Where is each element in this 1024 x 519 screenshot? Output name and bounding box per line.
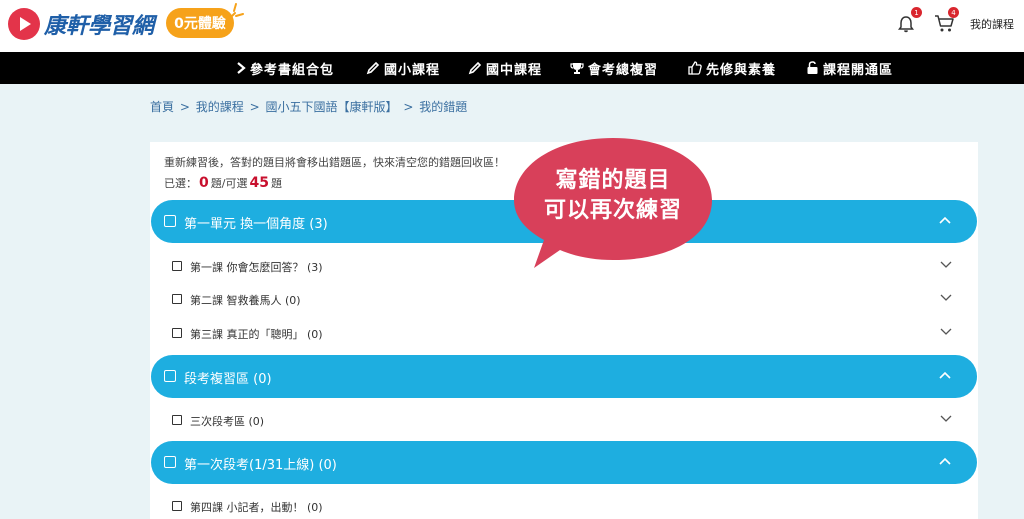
pen-icon	[468, 61, 482, 75]
lesson-checkbox[interactable]	[172, 261, 182, 271]
chevron-down-icon[interactable]	[940, 259, 952, 269]
breadcrumb-my-course[interactable]: 我的課程	[196, 100, 244, 114]
lesson-checkbox[interactable]	[172, 415, 182, 425]
lesson-checkbox[interactable]	[172, 328, 182, 338]
notification-badge: 1	[911, 7, 922, 18]
bubble-text: 寫錯的題目 可以再次練習	[543, 168, 682, 223]
breadcrumb-current: 我的錯題	[419, 100, 468, 114]
unit-title: 段考複習區 (0)	[184, 372, 272, 387]
unit-title: 第一單元 換一個角度 (3)	[184, 217, 328, 232]
lesson-item[interactable]: 第三課 真正的「聰明」 (0)	[172, 324, 962, 344]
thumbs-up-icon	[688, 61, 702, 75]
lesson-checkbox[interactable]	[172, 294, 182, 304]
chevron-up-icon[interactable]	[939, 215, 951, 225]
nav-item-exam-review[interactable]: 會考總複習	[570, 52, 658, 84]
chevron-down-icon[interactable]	[940, 326, 952, 336]
lesson-item[interactable]: 第四課 小記者，出動！ (0)	[172, 497, 962, 517]
unit-header[interactable]: 段考複習區 (0)	[151, 355, 977, 398]
breadcrumb: 首頁 > 我的課程 > 國小五下國語【康軒版】 > 我的錯題	[150, 98, 469, 115]
lesson-label: 第二課 智救養馬人 (0)	[190, 294, 301, 307]
unit-header[interactable]: 第一次段考(1/31上線) (0)	[151, 441, 977, 484]
lesson-label: 第四課 小記者，出動！ (0)	[190, 501, 323, 514]
main-nav: 參考書組合包 國小課程 國中課程 會考總複習 先修與素養 課程開通區	[0, 52, 1024, 84]
nav-item-junior[interactable]: 國中課程	[468, 52, 542, 84]
pencil-icon	[366, 61, 380, 75]
logo-text: 康軒學習網	[44, 14, 155, 39]
play-logo-icon	[8, 8, 40, 40]
nav-item-bundles[interactable]: 參考書組合包	[236, 52, 334, 84]
selected-count: 0	[199, 175, 209, 191]
info-description: 重新練習後，答對的題目將會移出錯題區，快來清空您的錯題回收區！	[164, 156, 505, 169]
breadcrumb-home[interactable]: 首頁	[150, 100, 174, 114]
chevron-up-icon[interactable]	[939, 456, 951, 466]
selection-count: 已選： 0 題/可選 45 題	[164, 175, 282, 191]
site-header: 康軒學習網 0元體驗 1 4 我的課程	[0, 0, 1024, 52]
site-logo[interactable]: 康軒學習網	[8, 8, 154, 40]
lesson-checkbox[interactable]	[172, 501, 182, 511]
chevron-right-icon	[237, 62, 246, 74]
nav-item-advanced[interactable]: 先修與素養	[688, 52, 776, 84]
unit-checkbox[interactable]	[164, 215, 176, 227]
trophy-icon	[570, 63, 584, 74]
unlock-icon	[807, 61, 818, 74]
my-course-link[interactable]: 我的課程	[970, 16, 1014, 32]
breadcrumb-separator: >	[403, 100, 414, 114]
chevron-down-icon[interactable]	[940, 292, 952, 302]
chevron-down-icon[interactable]	[940, 413, 952, 423]
breadcrumb-separator: >	[249, 100, 260, 114]
lesson-label: 三次段考區 (0)	[190, 415, 265, 428]
lesson-label: 第一課 你會怎麼回答？ (3)	[190, 261, 323, 274]
chevron-up-icon[interactable]	[939, 370, 951, 380]
available-count: 45	[249, 175, 269, 191]
lesson-label: 第三課 真正的「聰明」 (0)	[190, 328, 323, 341]
breadcrumb-course[interactable]: 國小五下國語【康軒版】	[265, 100, 397, 114]
nav-item-activation[interactable]: 課程開通區	[806, 52, 893, 84]
nav-item-elementary[interactable]: 國小課程	[366, 52, 440, 84]
unit-checkbox[interactable]	[164, 456, 176, 468]
lesson-item[interactable]: 第二課 智救養馬人 (0)	[172, 290, 962, 310]
unit-title: 第一次段考(1/31上線) (0)	[184, 458, 337, 473]
lesson-item[interactable]: 三次段考區 (0)	[172, 411, 962, 431]
sparkle-icon	[229, 3, 244, 19]
unit-checkbox[interactable]	[164, 370, 176, 382]
breadcrumb-separator: >	[179, 100, 190, 114]
cart-badge: 4	[948, 7, 959, 18]
free-trial-button[interactable]: 0元體驗	[166, 8, 234, 38]
